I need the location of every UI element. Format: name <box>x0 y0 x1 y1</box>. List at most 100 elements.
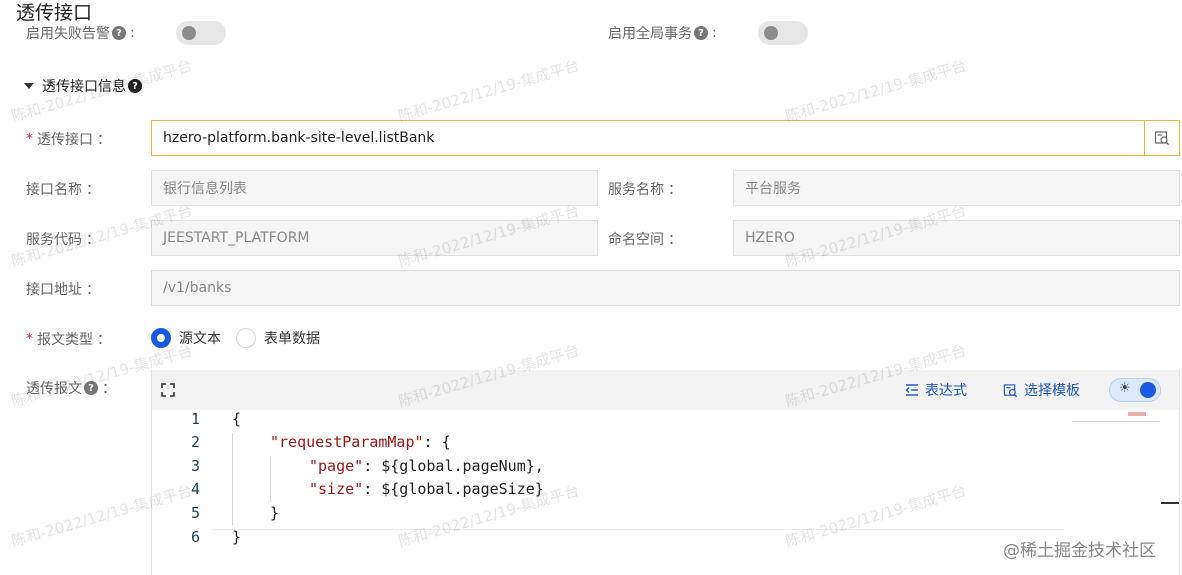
line-number: 1 <box>190 410 200 428</box>
radio-checked <box>151 328 171 348</box>
watermark: 陈和-2022/12/19-集成平台 <box>396 56 582 126</box>
interface-name-field[interactable]: 银行信息列表 <box>151 170 598 206</box>
code-line: 2 "requestParamMap": { <box>152 433 1179 456</box>
fail-alert-label-text: 启用失败告警 <box>26 26 110 42</box>
interface-input[interactable]: hzero-platform.bank-site-level.listBank <box>151 120 1180 156</box>
expression-label: 表达式 <box>925 383 967 399</box>
line-text: } <box>232 528 242 546</box>
search-list-icon <box>1154 131 1170 146</box>
service-code-label: 服务代码 ： <box>26 229 100 249</box>
required-mark: * <box>26 131 33 147</box>
required-mark: * <box>26 331 33 347</box>
line-number: 5 <box>190 504 200 522</box>
address-label: 接口地址 ： <box>26 279 100 299</box>
interface-label-text: 透传接口 <box>37 132 93 148</box>
site-credit: @稀土掘金技术社区 <box>1003 541 1156 561</box>
interface-name-value: 银行信息列表 <box>163 181 247 197</box>
json-key: "page" <box>309 457 364 475</box>
message-label: 透传报文 ? ： <box>26 378 116 398</box>
help-icon[interactable]: ? <box>128 79 142 93</box>
service-name-label: 服务名称 ： <box>608 179 682 199</box>
line-number: 6 <box>190 528 200 546</box>
radio-label: 表单数据 <box>264 331 320 347</box>
service-name-field[interactable]: 平台服务 <box>733 170 1180 206</box>
colon: : <box>130 25 135 41</box>
colon: : <box>712 25 717 41</box>
global-tx-switch[interactable] <box>758 21 808 45</box>
address-field[interactable]: /v1/banks <box>151 270 1180 306</box>
template-search-icon <box>1003 383 1018 397</box>
page-title: 透传接口 <box>16 2 93 24</box>
address-value: /v1/banks <box>163 280 232 296</box>
select-template-button[interactable]: 选择模板 <box>1003 380 1080 400</box>
service-code-field[interactable]: JEESTART_PLATFORM <box>151 220 598 256</box>
section-header[interactable]: 透传接口信息 ? <box>24 76 142 96</box>
json-rest: : { <box>423 433 451 451</box>
address-label-text: 接口地址 <box>26 282 82 298</box>
colon: ： <box>97 132 111 148</box>
colon: ： <box>97 332 111 348</box>
section-title: 透传接口信息 <box>42 79 126 95</box>
radio-unchecked <box>236 328 256 348</box>
namespace-field[interactable]: HZERO <box>733 220 1180 256</box>
sun-icon: ☀ <box>1119 381 1131 396</box>
colon: ： <box>86 232 100 248</box>
select-template-label: 选择模板 <box>1024 383 1080 399</box>
expression-button[interactable]: 表达式 <box>905 380 967 400</box>
line-text: { <box>232 410 242 428</box>
code-line: 4 "size": ${global.pageSize} <box>152 480 1179 503</box>
json-key: "requestParamMap" <box>270 433 424 451</box>
toggle-knob <box>1140 382 1156 398</box>
global-tx-label: 启用全局事务 ? : <box>608 23 717 43</box>
msg-type-label-text: 报文类型 <box>37 332 93 348</box>
colon: ： <box>86 182 100 198</box>
code-line: 1 { <box>152 410 1179 433</box>
fullscreen-icon[interactable] <box>161 383 175 397</box>
caret-down-icon <box>24 83 34 89</box>
theme-toggle[interactable]: ☀ <box>1109 378 1161 402</box>
service-name-value: 平台服务 <box>745 181 801 197</box>
name-label-text: 接口名称 <box>26 182 82 198</box>
service-code-value: JEESTART_PLATFORM <box>163 230 310 246</box>
namespace-label: 命名空间 ： <box>608 229 682 249</box>
line-text: "requestParamMap": { <box>270 433 451 451</box>
radio-label: 源文本 <box>179 331 221 347</box>
code-line: 3 "page": ${global.pageNum}, <box>152 457 1179 480</box>
json-rest: : ${global.pageSize} <box>363 480 544 498</box>
msg-type-label: * 报文类型 ： <box>26 329 111 349</box>
interface-value: hzero-platform.bank-site-level.listBank <box>163 130 435 146</box>
help-icon[interactable]: ? <box>84 381 98 395</box>
switch-knob <box>764 26 778 40</box>
line-number: 2 <box>190 433 200 451</box>
colon: ： <box>86 282 100 298</box>
scrollbar-marker[interactable] <box>1161 502 1179 504</box>
watermark: 陈和-2022/12/19-集成平台 <box>783 56 969 126</box>
json-rest: : ${global.pageNum}, <box>363 457 544 475</box>
indent-icon <box>905 384 918 396</box>
line-text: "page": ${global.pageNum}, <box>309 457 544 475</box>
json-key: "size" <box>309 480 364 498</box>
lookup-button[interactable] <box>1144 121 1179 155</box>
global-tx-label-text: 启用全局事务 <box>608 26 692 42</box>
radio-form-data[interactable]: 表单数据 <box>236 328 320 348</box>
service-code-label-text: 服务代码 <box>26 232 82 248</box>
line-number: 3 <box>190 457 200 475</box>
namespace-value: HZERO <box>745 230 795 246</box>
help-icon[interactable]: ? <box>112 26 126 40</box>
service-name-label-text: 服务名称 <box>608 182 664 198</box>
interface-label: * 透传接口 ： <box>26 129 111 149</box>
switch-knob <box>182 26 196 40</box>
namespace-label-text: 命名空间 <box>608 232 664 248</box>
radio-raw-text[interactable]: 源文本 <box>151 328 221 348</box>
colon: ： <box>668 182 682 198</box>
colon: ： <box>668 232 682 248</box>
line-text: } <box>270 504 280 522</box>
fail-alert-switch[interactable] <box>176 21 226 45</box>
line-number: 4 <box>190 480 200 498</box>
editor-toolbar: 表达式 选择模板 ☀ <box>152 370 1179 410</box>
help-icon[interactable]: ? <box>694 26 708 40</box>
message-label-text: 透传报文 <box>26 381 82 397</box>
fail-alert-label: 启用失败告警 ? : <box>26 23 135 43</box>
line-text: "size": ${global.pageSize} <box>309 480 544 498</box>
colon: ： <box>102 381 116 397</box>
